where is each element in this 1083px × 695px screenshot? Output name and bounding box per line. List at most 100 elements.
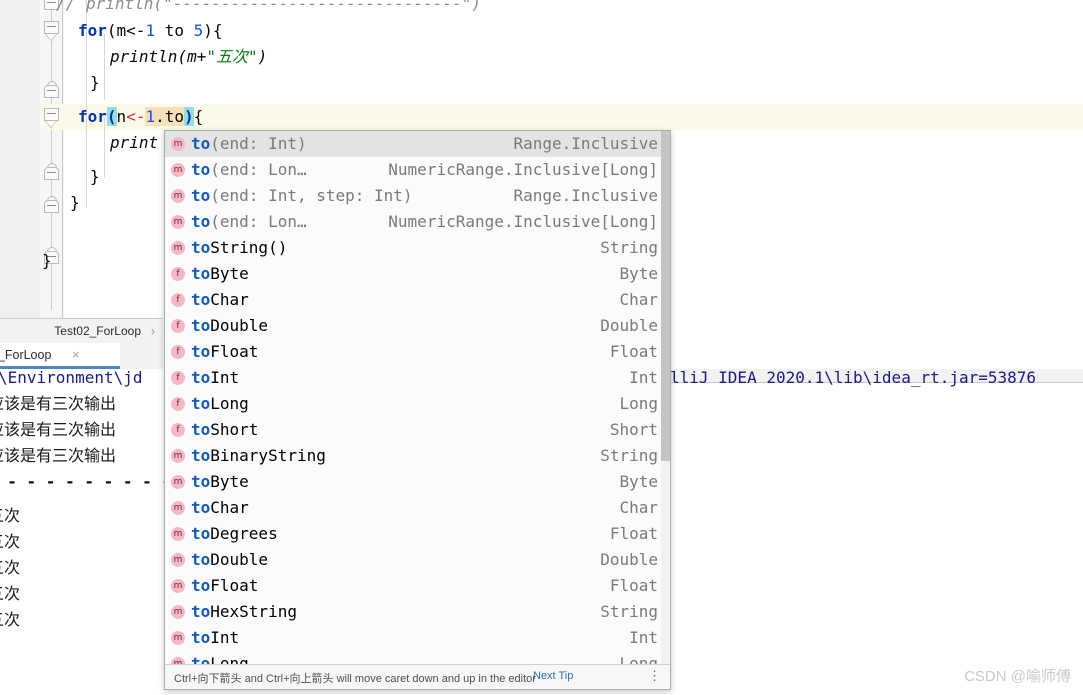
autocomplete-item-name-rest: Long: [210, 394, 249, 413]
watermark: CSDN @喻师傅: [964, 668, 1071, 685]
popup-scrollbar-thumb[interactable]: [661, 131, 670, 461]
autocomplete-item-type: Char: [619, 290, 658, 309]
autocomplete-item[interactable]: f toByte Byte: [165, 261, 670, 287]
autocomplete-item[interactable]: m toDouble Double: [165, 547, 670, 573]
autocomplete-item-name: toString(): [191, 235, 287, 261]
method-icon: m: [171, 215, 185, 229]
console-tab-label: 02_ForLoop: [0, 348, 52, 362]
fold-marker-end[interactable]: [44, 81, 60, 101]
console-output-line: 五次: [0, 610, 21, 629]
autocomplete-item[interactable]: m to(end: Int) Range.Inclusive: [165, 131, 670, 157]
autocomplete-item-type: String: [600, 602, 658, 621]
autocomplete-item-type: Float: [609, 576, 658, 595]
autocomplete-item[interactable]: f toChar Char: [165, 287, 670, 313]
fold-marker-region[interactable]: [44, 21, 60, 41]
autocomplete-item[interactable]: m toByte Byte: [165, 469, 670, 495]
autocomplete-item-name-match: to: [191, 498, 211, 517]
autocomplete-item[interactable]: f toShort Short: [165, 417, 670, 443]
code-line-print: print: [110, 133, 159, 152]
autocomplete-item-name: toDouble: [191, 313, 268, 339]
popup-hint-text: Ctrl+向下箭头 and Ctrl+向上箭头 will move caret …: [174, 673, 536, 685]
autocomplete-item[interactable]: f toLong Long: [165, 391, 670, 417]
autocomplete-item[interactable]: f toFloat Float: [165, 339, 670, 365]
autocomplete-item-name-match: to: [191, 472, 211, 491]
autocomplete-item-type: Float: [609, 524, 658, 543]
close-icon[interactable]: ×: [72, 347, 80, 362]
autocomplete-item-name-rest: (end: Lon…: [210, 212, 307, 231]
autocomplete-item[interactable]: m to(end: Int, step: Int) Range.Inclusive: [165, 183, 670, 209]
autocomplete-item-name-rest: Int: [210, 368, 240, 387]
autocomplete-item-name-rest: (end: Lon…: [210, 160, 307, 179]
autocomplete-item-name-match: to: [191, 576, 211, 595]
method-icon: m: [171, 553, 185, 567]
autocomplete-item-name-match: to: [191, 524, 211, 543]
autocomplete-item-name-match: to: [191, 342, 211, 361]
autocomplete-item-name-match: to: [191, 550, 211, 569]
autocomplete-item[interactable]: m toBinaryString String: [165, 443, 670, 469]
autocomplete-item-name-rest: (end: Int, step: Int): [210, 186, 413, 205]
autocomplete-item[interactable]: f toInt Int: [165, 365, 670, 391]
fold-marker-end-2[interactable]: [44, 163, 60, 183]
autocomplete-item-name-rest: Byte: [210, 472, 249, 491]
autocomplete-item-name: toDouble: [191, 547, 268, 573]
fold-marker-end-3[interactable]: [44, 196, 60, 216]
autocomplete-item-name-rest: Byte: [210, 264, 249, 283]
autocomplete-item-name: toInt: [191, 625, 239, 651]
autocomplete-item-type: Double: [600, 316, 658, 335]
breadcrumb[interactable]: Test02_ForLoop ›: [0, 318, 163, 344]
autocomplete-item-type: NumericRange.Inclusive[Long]: [388, 160, 658, 179]
console-output-line: 应该是有三次输出: [0, 394, 117, 413]
autocomplete-item-name-match: to: [191, 186, 211, 205]
autocomplete-item-type: Range.Inclusive: [513, 134, 659, 153]
next-tip-link[interactable]: Next Tip: [533, 670, 573, 682]
console-output-line: 五次: [0, 558, 21, 577]
autocomplete-item-name: to(end: Lon…: [191, 157, 307, 183]
autocomplete-item-name-rest: Double: [210, 316, 269, 335]
autocomplete-item-name-rest: Degrees: [210, 524, 278, 543]
autocomplete-item-name-match: to: [191, 394, 211, 413]
autocomplete-item-name-match: to: [191, 446, 211, 465]
autocomplete-item-name-rest: Double: [210, 550, 269, 569]
console-tab-strip: 02_ForLoop ×: [0, 343, 163, 370]
autocomplete-item[interactable]: m toDegrees Float: [165, 521, 670, 547]
kebab-menu-icon[interactable]: ⋮: [648, 669, 661, 682]
autocomplete-item-name: toFloat: [191, 339, 258, 365]
autocomplete-item-name: toFloat: [191, 573, 258, 599]
autocomplete-item-type: Range.Inclusive: [513, 186, 659, 205]
autocomplete-item-name-rest: Int: [210, 628, 240, 647]
autocomplete-item-name: toInt: [191, 365, 239, 391]
autocomplete-item-name: toLong: [191, 391, 249, 417]
autocomplete-item-name: toByte: [191, 469, 249, 495]
autocomplete-item[interactable]: m toLong Long: [165, 651, 670, 665]
gutter-divider: [62, 0, 63, 318]
autocomplete-item[interactable]: m toChar Char: [165, 495, 670, 521]
autocomplete-item-name: toHexString: [191, 599, 297, 625]
chevron-right-icon: ›: [151, 324, 155, 338]
method-icon: m: [171, 605, 185, 619]
fold-marker-region-current[interactable]: [44, 108, 60, 128]
method-icon: m: [171, 163, 185, 177]
autocomplete-item[interactable]: m toHexString String: [165, 599, 670, 625]
breadcrumb-label[interactable]: Test02_ForLoop: [54, 324, 141, 338]
console-output-line: 应该是有三次输出: [0, 420, 117, 439]
console-output-line: 应该是有三次输出: [0, 446, 117, 465]
autocomplete-item[interactable]: m toInt Int: [165, 625, 670, 651]
console-tab[interactable]: 02_ForLoop ×: [0, 343, 120, 369]
console-output-line: 五次: [0, 506, 21, 525]
method-icon: m: [171, 579, 185, 593]
popup-scrollbar-track[interactable]: [661, 131, 670, 665]
code-line-close-4: }: [42, 251, 52, 270]
autocomplete-item-name: toDegrees: [191, 521, 278, 547]
code-line-for-n[interactable]: for(n<-1.to){: [78, 104, 203, 130]
autocomplete-item[interactable]: m to(end: Lon… NumericRange.Inclusive[Long…: [165, 157, 670, 183]
autocomplete-item[interactable]: m toFloat Float: [165, 573, 670, 599]
autocomplete-list[interactable]: m to(end: Int) Range.Inclusive m to(end: Lon…: [165, 131, 670, 665]
autocomplete-item[interactable]: m toString() String: [165, 235, 670, 261]
autocomplete-popup[interactable]: m to(end: Int) Range.Inclusive m to(end: Lon…: [164, 130, 671, 690]
autocomplete-item[interactable]: m to(end: Lon… NumericRange.Inclusive[Long…: [165, 209, 670, 235]
autocomplete-item-name-rest: Float: [210, 342, 259, 361]
code-line-comment: println("------------------------------"…: [86, 0, 481, 13]
code-line-for-m: for(m<-1 to 5){: [78, 21, 223, 40]
autocomplete-item[interactable]: f toDouble Double: [165, 313, 670, 339]
console-output-line: 五次: [0, 532, 21, 551]
